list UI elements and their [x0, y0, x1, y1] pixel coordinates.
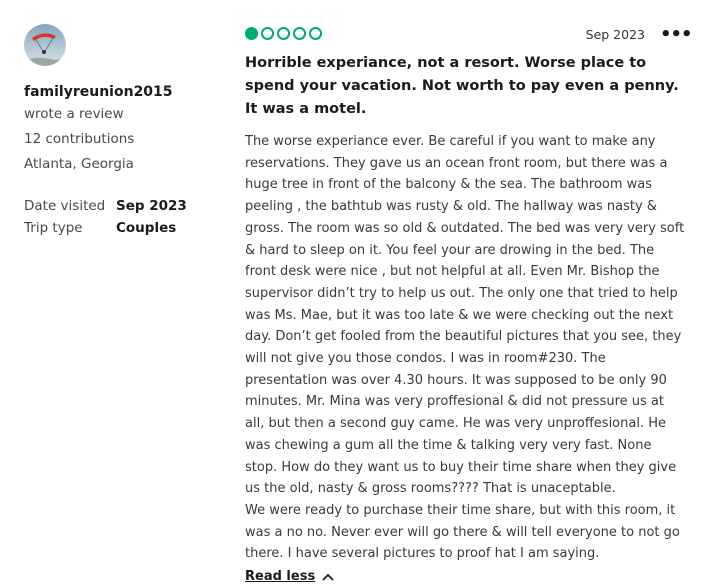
date-visited-value: Sep 2023: [116, 198, 187, 214]
review-date: Sep 2023: [585, 27, 645, 42]
contributions-count: 12 contributions: [24, 131, 135, 147]
read-less-button[interactable]: Read less: [245, 569, 334, 584]
review-title: Horrible experiance, not a resort. Worse…: [245, 55, 679, 117]
rating-bubble: [261, 27, 274, 40]
reviewer-panel: familyreunion2015 wrote a review 12 cont…: [24, 24, 224, 239]
chevron-up-icon: [322, 573, 334, 580]
review-panel: Sep 2023 ••• Horrible experiance, not a …: [245, 26, 693, 584]
review-action-text: wrote a review: [24, 106, 124, 122]
trip-type-row: Trip type Couples: [24, 217, 224, 239]
more-options-icon[interactable]: •••: [660, 26, 693, 44]
reviewer-location: Atlanta, Georgia: [24, 156, 134, 172]
trip-type-label: Trip type: [24, 220, 83, 236]
reviewer-username[interactable]: familyreunion2015: [24, 82, 224, 102]
avatar[interactable]: [24, 24, 66, 66]
rating-bubbles: [245, 27, 325, 40]
read-less-label: Read less: [245, 569, 316, 584]
avatar-image: [24, 24, 66, 66]
rating-bubble: [277, 27, 290, 40]
rating-bubble: [245, 27, 258, 40]
rating-bubble: [293, 27, 306, 40]
review-header: Sep 2023 •••: [245, 26, 693, 46]
review-paragraph: The worse experiance ever. Be careful if…: [245, 134, 685, 497]
visit-details: Date visited Sep 2023 Trip type Couples: [24, 195, 224, 239]
date-visited-label: Date visited: [24, 198, 106, 214]
review-paragraph: We were ready to purchase their time sha…: [245, 502, 680, 562]
date-visited-row: Date visited Sep 2023: [24, 195, 224, 217]
trip-type-value: Couples: [116, 220, 177, 236]
rating-bubble: [309, 27, 322, 40]
review-body: The worse experiance ever. Be careful if…: [245, 131, 685, 565]
